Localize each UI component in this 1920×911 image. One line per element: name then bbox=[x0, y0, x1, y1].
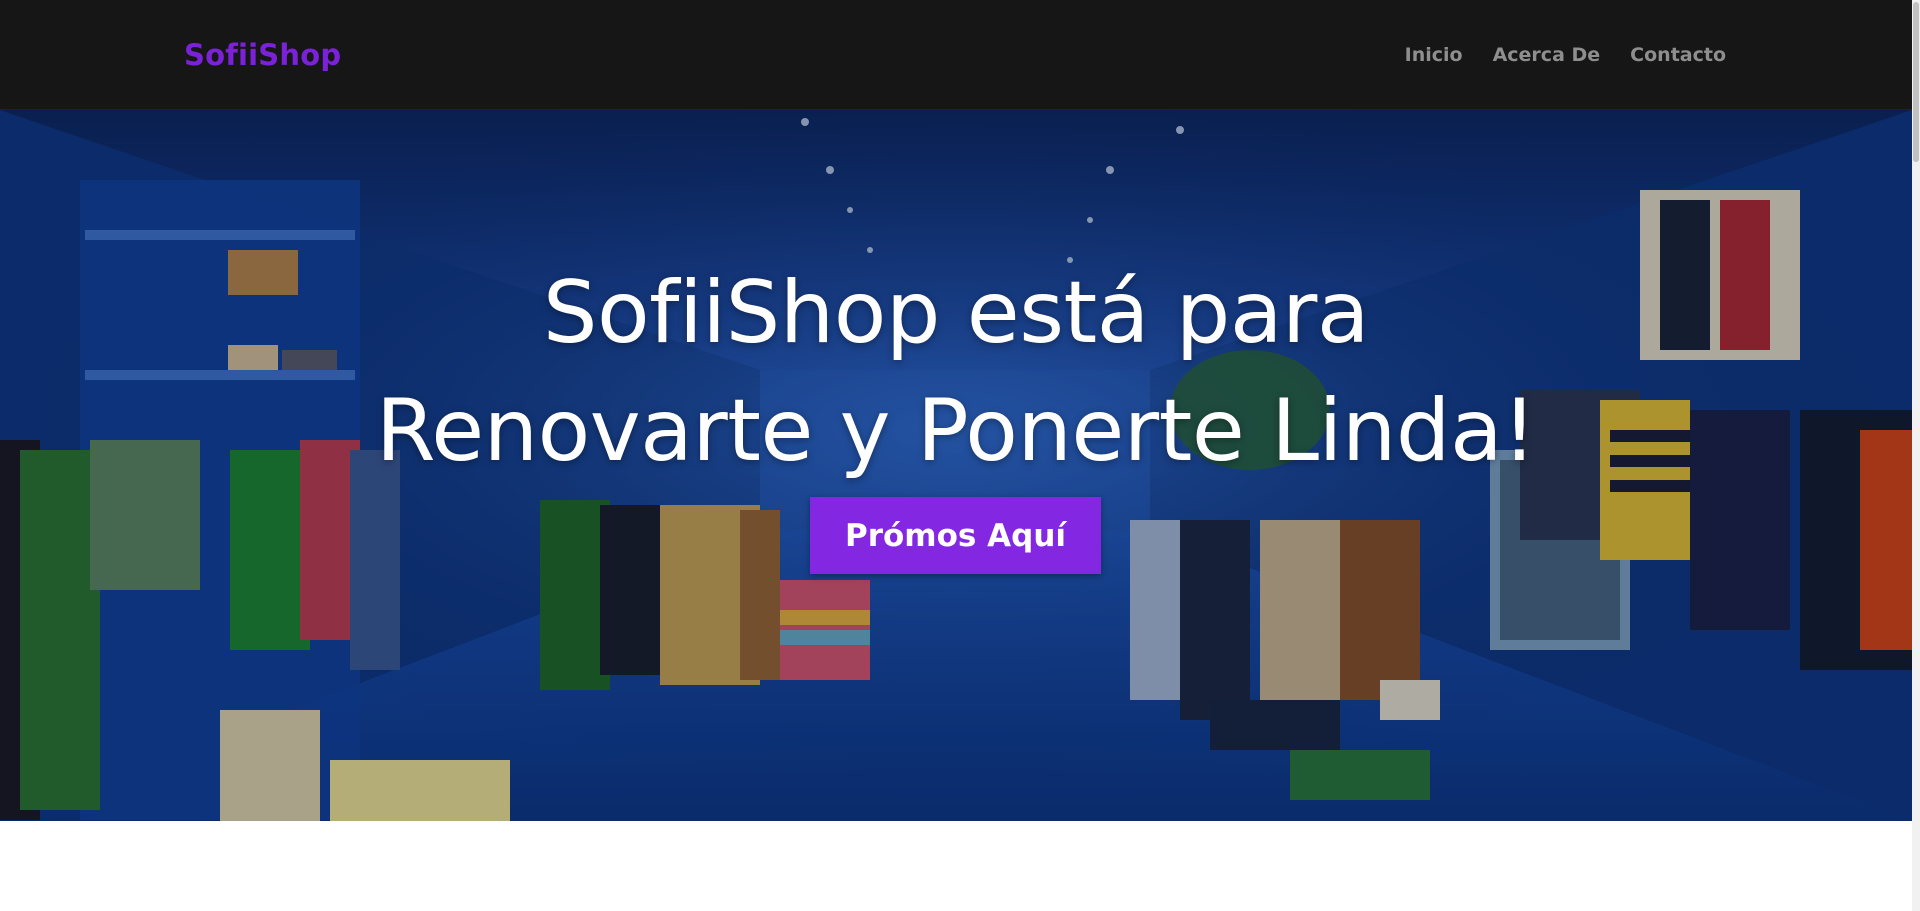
scrollbar-thumb[interactable] bbox=[1913, 2, 1919, 162]
page-scrollbar[interactable] bbox=[1912, 0, 1920, 911]
hero-section: SofiiShop está para Renovarte y Ponerte … bbox=[0, 110, 1912, 821]
hero-content: SofiiShop está para Renovarte y Ponerte … bbox=[0, 110, 1912, 821]
navbar: SofiiShop Inicio Acerca De Contacto bbox=[0, 0, 1912, 110]
hero-title-line-1: SofiiShop está para bbox=[542, 263, 1370, 363]
nav-link-contacto[interactable]: Contacto bbox=[1630, 44, 1726, 66]
nav-menu: Inicio Acerca De Contacto bbox=[1405, 44, 1726, 66]
nav-link-acerca-de[interactable]: Acerca De bbox=[1493, 44, 1601, 66]
brand-logo-link[interactable]: SofiiShop bbox=[184, 38, 341, 72]
hero-title-line-2: Renovarte y Ponerte Linda! bbox=[375, 381, 1537, 481]
hero-title: SofiiShop está para Renovarte y Ponerte … bbox=[0, 254, 1912, 490]
nav-link-inicio[interactable]: Inicio bbox=[1405, 44, 1463, 66]
page: SofiiShop Inicio Acerca De Contacto Sofi… bbox=[0, 0, 1920, 911]
promos-button[interactable]: Prómos Aquí bbox=[810, 497, 1101, 574]
